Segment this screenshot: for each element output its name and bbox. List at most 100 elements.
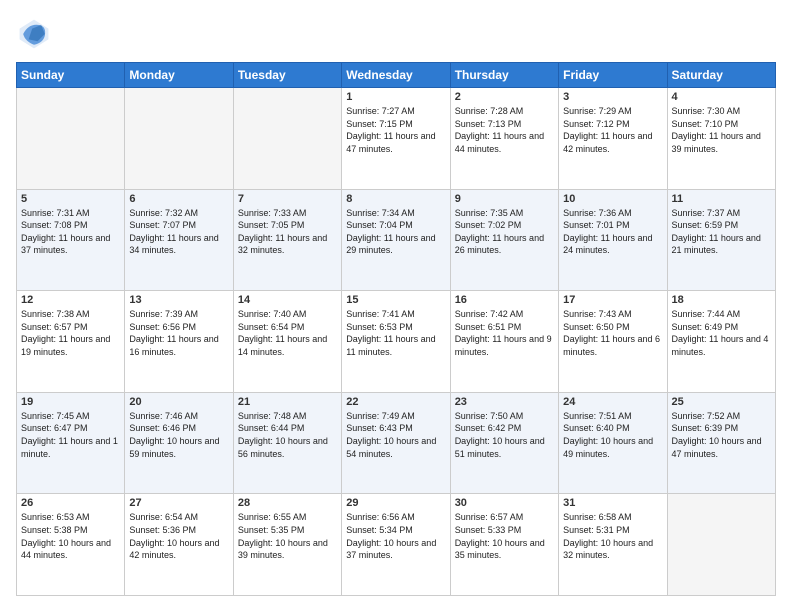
logo	[16, 16, 56, 52]
weekday-header-tuesday: Tuesday	[233, 63, 341, 88]
calendar-cell: 18 Sunrise: 7:44 AM Sunset: 6:49 PM Dayli…	[667, 291, 775, 393]
calendar-cell	[125, 88, 233, 190]
day-number: 4	[672, 91, 771, 103]
calendar-cell: 27 Sunrise: 6:54 AM Sunset: 5:36 PM Dayli…	[125, 494, 233, 596]
calendar-header-row: SundayMondayTuesdayWednesdayThursdayFrid…	[17, 63, 776, 88]
calendar-cell: 8 Sunrise: 7:34 AM Sunset: 7:04 PM Daylig…	[342, 189, 450, 291]
day-info: Sunrise: 6:57 AM Sunset: 5:33 PM Dayligh…	[455, 511, 554, 561]
day-info: Sunrise: 7:42 AM Sunset: 6:51 PM Dayligh…	[455, 308, 554, 358]
day-info: Sunrise: 7:45 AM Sunset: 6:47 PM Dayligh…	[21, 410, 120, 460]
calendar-cell: 10Sunrise: 7:36 AM Sunset: 7:01 PM Dayli…	[559, 189, 667, 291]
day-info: Sunrise: 7:46 AM Sunset: 6:46 PM Dayligh…	[129, 410, 228, 460]
weekday-header-wednesday: Wednesday	[342, 63, 450, 88]
calendar-cell: 21 Sunrise: 7:48 AM Sunset: 6:44 PM Dayli…	[233, 392, 341, 494]
day-number: 15	[346, 294, 445, 306]
day-number: 9	[455, 193, 554, 205]
day-info: Sunrise: 7:32 AM Sunset: 7:07 PM Dayligh…	[129, 207, 228, 257]
calendar-cell: 12 Sunrise: 7:38 AM Sunset: 6:57 PM Dayli…	[17, 291, 125, 393]
day-info: Sunrise: 6:58 AM Sunset: 5:31 PM Dayligh…	[563, 511, 662, 561]
day-number: 31	[563, 497, 662, 509]
day-info: Sunrise: 7:51 AM Sunset: 6:40 PM Dayligh…	[563, 410, 662, 460]
calendar-cell: 14 Sunrise: 7:40 AM Sunset: 6:54 PM Dayli…	[233, 291, 341, 393]
day-info: Sunrise: 7:31 AM Sunset: 7:08 PM Dayligh…	[21, 207, 120, 257]
weekday-header-friday: Friday	[559, 63, 667, 88]
calendar-cell: 13 Sunrise: 7:39 AM Sunset: 6:56 PM Dayli…	[125, 291, 233, 393]
day-info: Sunrise: 7:30 AM Sunset: 7:10 PM Dayligh…	[672, 105, 771, 155]
day-number: 7	[238, 193, 337, 205]
day-info: Sunrise: 7:41 AM Sunset: 6:53 PM Dayligh…	[346, 308, 445, 358]
calendar-cell: 26 Sunrise: 6:53 AM Sunset: 5:38 PM Dayli…	[17, 494, 125, 596]
day-info: Sunrise: 7:28 AM Sunset: 7:13 PM Dayligh…	[455, 105, 554, 155]
calendar-cell: 23 Sunrise: 7:50 AM Sunset: 6:42 PM Dayli…	[450, 392, 558, 494]
day-number: 18	[672, 294, 771, 306]
weekday-header-monday: Monday	[125, 63, 233, 88]
day-number: 20	[129, 396, 228, 408]
day-info: Sunrise: 7:29 AM Sunset: 7:12 PM Dayligh…	[563, 105, 662, 155]
day-number: 26	[21, 497, 120, 509]
day-number: 28	[238, 497, 337, 509]
calendar-cell	[233, 88, 341, 190]
calendar-cell: 1 Sunrise: 7:27 AM Sunset: 7:15 PM Daylig…	[342, 88, 450, 190]
day-info: Sunrise: 7:44 AM Sunset: 6:49 PM Dayligh…	[672, 308, 771, 358]
calendar-cell: 7 Sunrise: 7:33 AM Sunset: 7:05 PM Daylig…	[233, 189, 341, 291]
weekday-header-thursday: Thursday	[450, 63, 558, 88]
day-info: Sunrise: 7:39 AM Sunset: 6:56 PM Dayligh…	[129, 308, 228, 358]
calendar-cell: 31 Sunrise: 6:58 AM Sunset: 5:31 PM Dayli…	[559, 494, 667, 596]
day-number: 10	[563, 193, 662, 205]
day-number: 21	[238, 396, 337, 408]
calendar-cell: 28 Sunrise: 6:55 AM Sunset: 5:35 PM Dayli…	[233, 494, 341, 596]
calendar-cell	[17, 88, 125, 190]
day-number: 5	[21, 193, 120, 205]
day-number: 8	[346, 193, 445, 205]
calendar-week-row: 12 Sunrise: 7:38 AM Sunset: 6:57 PM Dayli…	[17, 291, 776, 393]
day-number: 22	[346, 396, 445, 408]
calendar-cell: 6 Sunrise: 7:32 AM Sunset: 7:07 PM Daylig…	[125, 189, 233, 291]
day-info: Sunrise: 7:34 AM Sunset: 7:04 PM Dayligh…	[346, 207, 445, 257]
day-number: 17	[563, 294, 662, 306]
day-info: Sunrise: 7:40 AM Sunset: 6:54 PM Dayligh…	[238, 308, 337, 358]
day-info: Sunrise: 7:37 AM Sunset: 6:59 PM Dayligh…	[672, 207, 771, 257]
day-number: 6	[129, 193, 228, 205]
calendar-cell: 17Sunrise: 7:43 AM Sunset: 6:50 PM Dayli…	[559, 291, 667, 393]
weekday-header-saturday: Saturday	[667, 63, 775, 88]
day-info: Sunrise: 7:38 AM Sunset: 6:57 PM Dayligh…	[21, 308, 120, 358]
day-info: Sunrise: 7:35 AM Sunset: 7:02 PM Dayligh…	[455, 207, 554, 257]
calendar-cell: 22Sunrise: 7:49 AM Sunset: 6:43 PM Dayli…	[342, 392, 450, 494]
calendar-cell: 19 Sunrise: 7:45 AM Sunset: 6:47 PM Dayli…	[17, 392, 125, 494]
weekday-header-sunday: Sunday	[17, 63, 125, 88]
day-number: 13	[129, 294, 228, 306]
calendar-week-row: 5 Sunrise: 7:31 AM Sunset: 7:08 PM Daylig…	[17, 189, 776, 291]
day-number: 2	[455, 91, 554, 103]
calendar-week-row: 1 Sunrise: 7:27 AM Sunset: 7:15 PM Daylig…	[17, 88, 776, 190]
day-info: Sunrise: 7:27 AM Sunset: 7:15 PM Dayligh…	[346, 105, 445, 155]
day-info: Sunrise: 6:55 AM Sunset: 5:35 PM Dayligh…	[238, 511, 337, 561]
day-info: Sunrise: 7:33 AM Sunset: 7:05 PM Dayligh…	[238, 207, 337, 257]
day-number: 24	[563, 396, 662, 408]
day-number: 27	[129, 497, 228, 509]
day-number: 25	[672, 396, 771, 408]
calendar-cell: 15 Sunrise: 7:41 AM Sunset: 6:53 PM Dayli…	[342, 291, 450, 393]
day-info: Sunrise: 6:53 AM Sunset: 5:38 PM Dayligh…	[21, 511, 120, 561]
logo-icon	[16, 16, 52, 52]
day-number: 3	[563, 91, 662, 103]
calendar-cell	[667, 494, 775, 596]
calendar-week-row: 19 Sunrise: 7:45 AM Sunset: 6:47 PM Dayli…	[17, 392, 776, 494]
day-number: 12	[21, 294, 120, 306]
calendar-cell: 25Sunrise: 7:52 AM Sunset: 6:39 PM Dayli…	[667, 392, 775, 494]
day-number: 23	[455, 396, 554, 408]
day-number: 19	[21, 396, 120, 408]
calendar-cell: 5 Sunrise: 7:31 AM Sunset: 7:08 PM Daylig…	[17, 189, 125, 291]
day-info: Sunrise: 7:50 AM Sunset: 6:42 PM Dayligh…	[455, 410, 554, 460]
day-info: Sunrise: 7:48 AM Sunset: 6:44 PM Dayligh…	[238, 410, 337, 460]
day-number: 30	[455, 497, 554, 509]
calendar-cell: 20 Sunrise: 7:46 AM Sunset: 6:46 PM Dayli…	[125, 392, 233, 494]
day-info: Sunrise: 6:54 AM Sunset: 5:36 PM Dayligh…	[129, 511, 228, 561]
calendar-table: SundayMondayTuesdayWednesdayThursdayFrid…	[16, 62, 776, 596]
calendar-cell: 11Sunrise: 7:37 AM Sunset: 6:59 PM Dayli…	[667, 189, 775, 291]
calendar-cell: 4 Sunrise: 7:30 AM Sunset: 7:10 PM Daylig…	[667, 88, 775, 190]
day-number: 1	[346, 91, 445, 103]
page: SundayMondayTuesdayWednesdayThursdayFrid…	[0, 0, 792, 612]
day-number: 14	[238, 294, 337, 306]
calendar-cell: 29Sunrise: 6:56 AM Sunset: 5:34 PM Dayli…	[342, 494, 450, 596]
day-number: 29	[346, 497, 445, 509]
